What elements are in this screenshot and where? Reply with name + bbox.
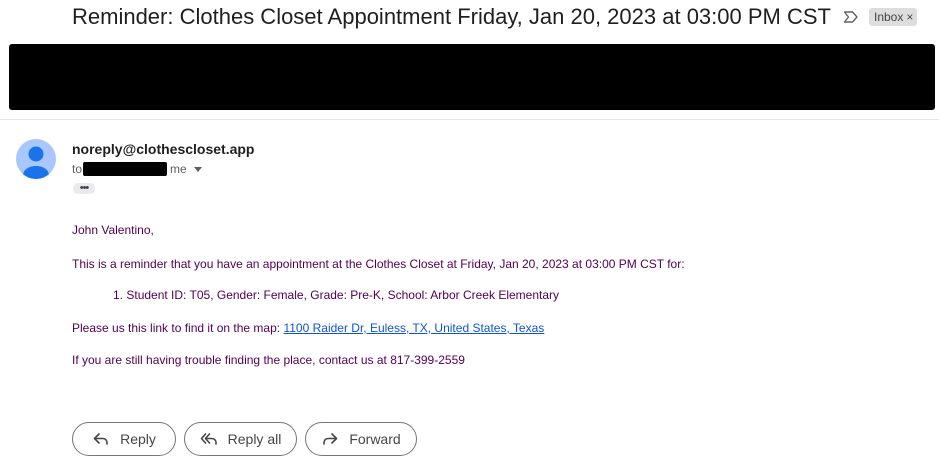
subject-row: Reminder: Clothes Closet Appointment Fri… xyxy=(72,2,918,32)
map-link[interactable]: 1100 Raider Dr, Euless, TX, United State… xyxy=(283,321,544,335)
recipients-line: to me xyxy=(72,161,202,177)
forward-label: Forward xyxy=(349,431,401,447)
label-arrow-icon[interactable] xyxy=(843,8,861,26)
reply-icon xyxy=(92,430,110,448)
header-divider xyxy=(0,119,939,120)
list-number: 1. xyxy=(113,288,124,302)
reply-all-label: Reply all xyxy=(227,431,282,447)
redacted-banner xyxy=(9,44,935,110)
chevron-down-icon[interactable] xyxy=(193,166,202,172)
forward-button[interactable]: Forward xyxy=(305,422,417,456)
remove-label-icon[interactable]: × xyxy=(906,10,913,24)
to-me: me xyxy=(170,162,187,176)
reminder-text: This is a reminder that you have an appo… xyxy=(72,257,685,271)
sender-email[interactable]: noreply@clothescloset.app xyxy=(72,141,254,157)
inbox-label-text: Inbox xyxy=(873,10,904,24)
contact-text: If you are still having trouble finding … xyxy=(72,353,465,367)
redacted-recipient xyxy=(83,162,168,176)
reply-label: Reply xyxy=(120,431,156,447)
list-item-text: Student ID: T05, Gender: Female, Grade: … xyxy=(126,288,560,302)
show-trimmed-content-button[interactable]: ••• xyxy=(73,183,95,194)
reply-all-icon xyxy=(200,430,218,448)
email-subject: Reminder: Clothes Closet Appointment Fri… xyxy=(72,4,831,29)
forward-icon xyxy=(321,430,339,448)
person-icon xyxy=(23,146,49,179)
map-prefix: Please us this link to find it on the ma… xyxy=(72,321,281,335)
to-prefix: to xyxy=(72,162,83,176)
map-line: Please us this link to find it on the ma… xyxy=(72,321,544,335)
inbox-label-badge[interactable]: Inbox × xyxy=(868,8,918,26)
sender-avatar[interactable] xyxy=(16,139,56,179)
reply-all-button[interactable]: Reply all xyxy=(184,422,297,456)
list-item: 1. Student ID: T05, Gender: Female, Grad… xyxy=(113,288,559,302)
reply-button[interactable]: Reply xyxy=(72,422,176,456)
greeting: John Valentino, xyxy=(72,223,154,237)
